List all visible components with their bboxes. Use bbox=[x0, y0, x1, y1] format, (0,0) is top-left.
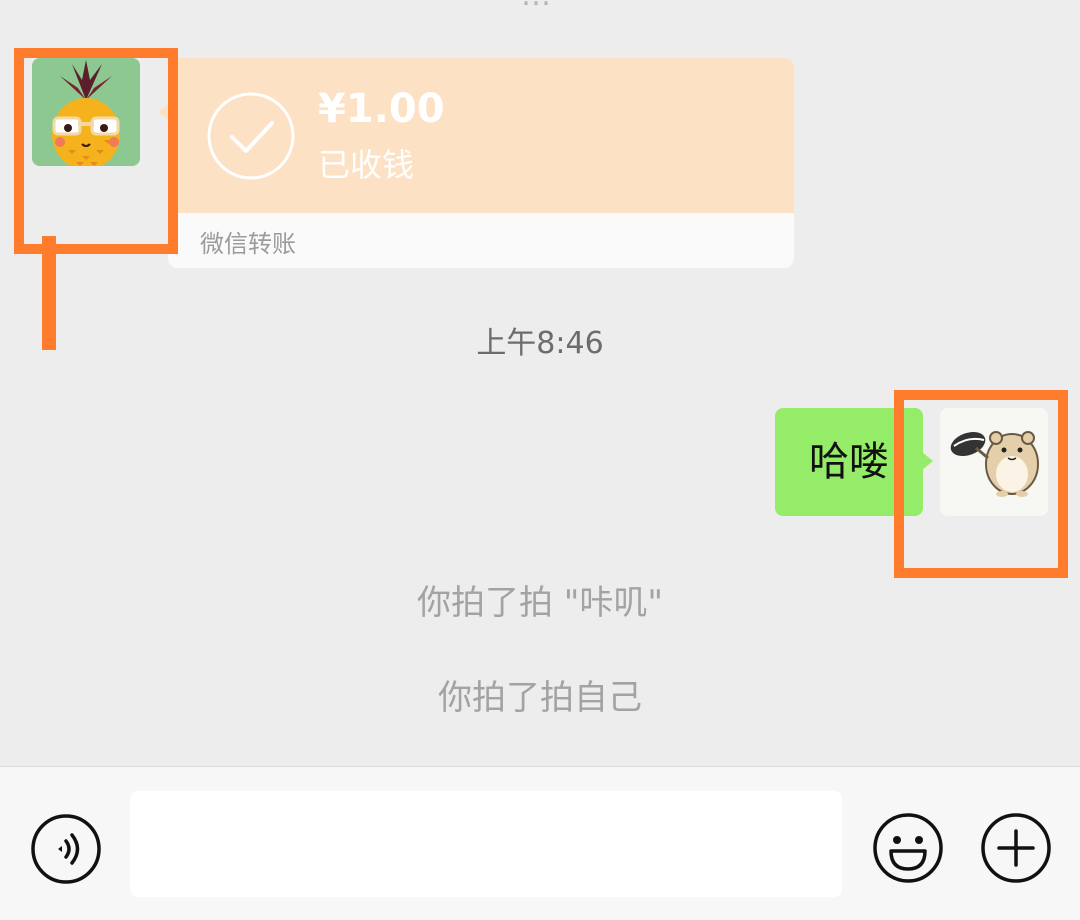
transfer-amount: ¥1.00 bbox=[318, 86, 445, 132]
plus-icon[interactable] bbox=[979, 811, 1053, 885]
check-icon bbox=[207, 92, 295, 180]
message-input[interactable] bbox=[130, 791, 842, 897]
highlight-box-contact-avatar bbox=[14, 48, 178, 254]
system-message-pat-other: 你拍了拍 "咔叽" bbox=[416, 583, 664, 623]
message-timestamp: 上午8:46 bbox=[476, 326, 604, 361]
transfer-card-header: ¥1.00 已收钱 bbox=[168, 58, 794, 213]
voice-icon[interactable] bbox=[30, 813, 102, 885]
input-bar bbox=[0, 766, 1080, 920]
transfer-footer-label: 微信转账 bbox=[200, 230, 296, 258]
emoji-icon[interactable] bbox=[871, 811, 945, 885]
highlight-stem bbox=[42, 236, 56, 350]
system-message-pat-self: 你拍了拍自己 bbox=[438, 678, 642, 718]
highlight-box-my-avatar bbox=[894, 390, 1068, 578]
transfer-status: 已收钱 bbox=[318, 146, 415, 184]
cut-off-text: … bbox=[0, 0, 1080, 13]
transfer-card[interactable]: ¥1.00 已收钱 微信转账 bbox=[168, 58, 794, 268]
